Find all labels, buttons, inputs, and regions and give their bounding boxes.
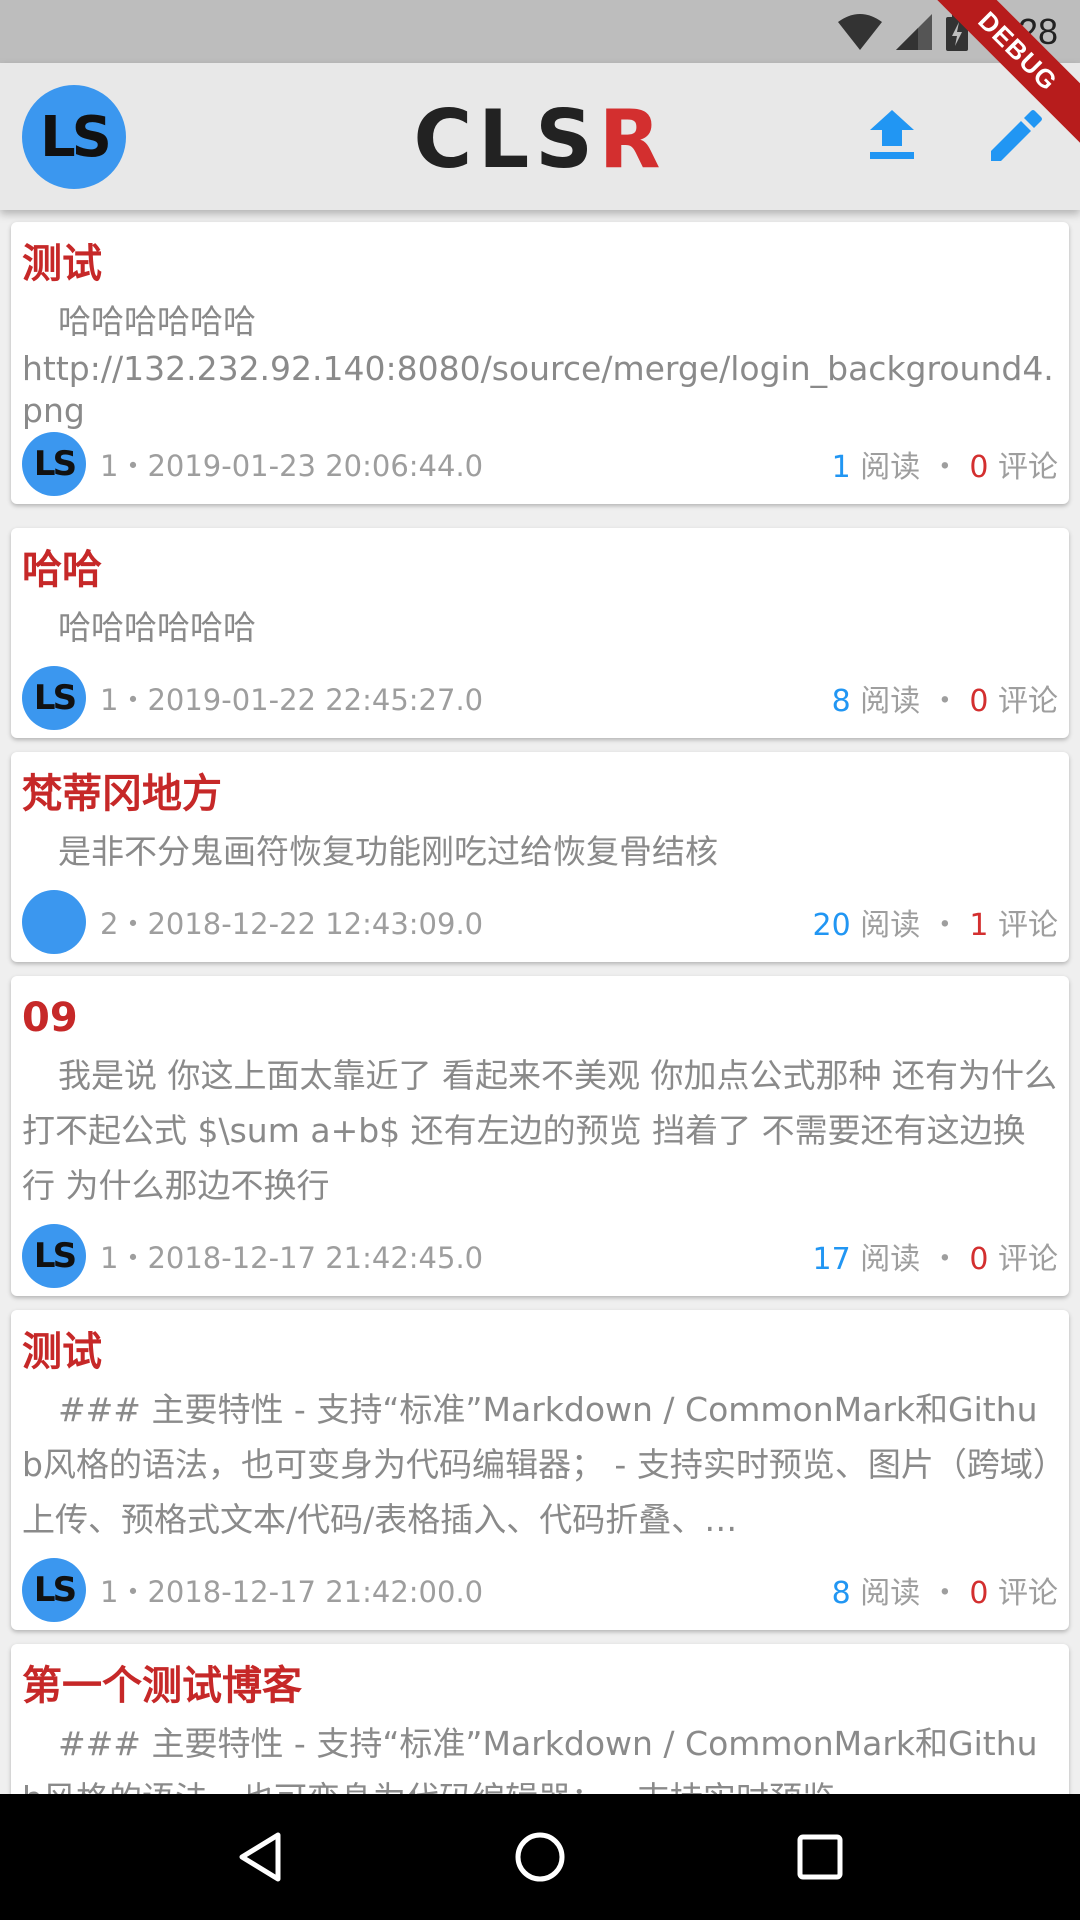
post-stats: 20 阅读 ・ 1 评论: [813, 900, 1058, 944]
post-card[interactable]: 测试 ### 主要特性 - 支持“标准”Markdown / CommonMar…: [11, 1310, 1069, 1630]
post-stats: 1 阅读 ・ 0 评论: [832, 442, 1058, 486]
post-meta: LS 1・2018-12-17 21:42:45.0 17 阅读 ・ 0 评论: [22, 1224, 1058, 1288]
author-initials: LS: [33, 444, 77, 484]
post-stats: 8 阅读 ・ 0 评论: [832, 1568, 1058, 1612]
read-label: 阅读: [860, 1576, 921, 1611]
author-avatar[interactable]: [22, 890, 86, 954]
comment-label: 评论: [998, 1242, 1058, 1277]
author-initials: LS: [33, 1570, 77, 1610]
post-card[interactable]: 梵蒂冈地方 是非不分鬼画符恢复功能刚吃过给恢复骨结核 2・2018-12-22 …: [11, 752, 1069, 962]
post-title: 哈哈: [22, 547, 102, 593]
stats-separator: ・: [929, 450, 960, 485]
app-title-accent: R: [598, 93, 667, 186]
post-title: 09: [22, 995, 78, 1041]
recents-square-icon: [797, 1834, 843, 1880]
app-bar: LS CLSR: [0, 63, 1080, 210]
upload-icon: [870, 110, 914, 159]
post-excerpt: 是非不分鬼画符恢复功能刚吃过给恢复骨结核: [22, 824, 1058, 879]
app-title-main: CLS: [413, 93, 599, 186]
stats-separator: ・: [929, 684, 960, 719]
comment-count: 0: [969, 1576, 989, 1611]
post-excerpt-text: 哈哈哈哈哈哈: [58, 302, 256, 341]
post-excerpt: 哈哈哈哈哈哈: [22, 294, 1058, 349]
comment-count: 1: [969, 908, 989, 943]
comment-label: 评论: [998, 450, 1058, 485]
comment-label: 评论: [998, 908, 1058, 943]
read-count: 8: [831, 684, 851, 719]
post-excerpt-text: 我是说 你这上面太靠近了 看起来不美观 你加点公式那种 还有为什么打不起公式 $…: [22, 1056, 1057, 1205]
post-excerpt: 哈哈哈哈哈哈: [22, 600, 1058, 655]
post-card[interactable]: 第一个测试博客 ### 主要特性 - 支持“标准”Markdown / Comm…: [11, 1644, 1069, 1794]
read-count: 20: [812, 908, 851, 943]
author-avatar[interactable]: LS: [22, 1558, 86, 1622]
post-card[interactable]: 哈哈 哈哈哈哈哈哈 LS 1・2019-01-22 22:45:27.0 8 阅…: [11, 528, 1069, 738]
post-excerpt-text: ### 主要特性 - 支持“标准”Markdown / CommonMark和G…: [22, 1390, 1050, 1539]
post-info: 1・2018-12-17 21:42:45.0: [100, 1241, 484, 1275]
post-excerpt-text: ### 主要特性 - 支持“标准”Markdown / CommonMark和G…: [22, 1724, 1038, 1794]
post-info: 1・2018-12-17 21:42:00.0: [100, 1575, 484, 1609]
edit-pencil-icon: [991, 110, 1042, 161]
post-stats: 8 阅读 ・ 0 评论: [832, 676, 1058, 720]
post-info: 1・2019-01-23 20:06:44.0: [100, 449, 484, 483]
comment-label: 评论: [998, 1576, 1058, 1611]
author-avatar[interactable]: LS: [22, 1224, 86, 1288]
author-avatar[interactable]: LS: [22, 432, 86, 496]
status-bar: 7:28: [0, 0, 1080, 63]
author-initials: LS: [33, 1236, 77, 1276]
post-title: 测试: [22, 1329, 102, 1375]
back-button[interactable]: [220, 1817, 300, 1897]
read-count: 8: [831, 1576, 851, 1611]
post-title: 第一个测试博客: [22, 1663, 302, 1709]
author-avatar[interactable]: LS: [22, 666, 86, 730]
post-info: 1・2019-01-22 22:45:27.0: [100, 683, 484, 717]
read-count: 17: [812, 1242, 851, 1277]
post-link: http://132.232.92.140:8080/source/merge/…: [22, 349, 1054, 430]
wifi-icon: [837, 13, 882, 50]
stats-separator: ・: [929, 908, 960, 943]
recents-button[interactable]: [780, 1817, 860, 1897]
stats-separator: ・: [929, 1242, 960, 1277]
read-label: 阅读: [860, 684, 921, 719]
comment-count: 0: [969, 1242, 989, 1277]
cell-signal-icon: [895, 13, 932, 50]
back-triangle-icon: [239, 1832, 281, 1882]
post-card[interactable]: 09 我是说 你这上面太靠近了 看起来不美观 你加点公式那种 还有为什么打不起公…: [11, 976, 1069, 1296]
post-feed[interactable]: 测试 哈哈哈哈哈哈 http://132.232.92.140:8080/sou…: [0, 210, 1080, 1794]
author-initials: LS: [33, 678, 77, 718]
upload-button[interactable]: [860, 103, 924, 167]
post-excerpt: ### 主要特性 - 支持“标准”Markdown / CommonMark和G…: [22, 1382, 1058, 1547]
post-meta: LS 1・2019-01-22 22:45:27.0 8 阅读 ・ 0 评论: [22, 666, 1058, 730]
system-nav-bar: [0, 1794, 1080, 1920]
stats-separator: ・: [929, 1576, 960, 1611]
post-excerpt-text: 哈哈哈哈哈哈: [58, 608, 256, 647]
comment-count: 0: [969, 450, 989, 485]
post-meta: LS 1・2019-01-23 20:06:44.0 1 阅读 ・ 0 评论: [22, 432, 1058, 496]
post-excerpt: ### 主要特性 - 支持“标准”Markdown / CommonMark和G…: [22, 1716, 1058, 1794]
home-circle-icon: [515, 1832, 565, 1882]
post-title: 测试: [22, 241, 102, 287]
post-excerpt-text: 是非不分鬼画符恢复功能刚吃过给恢复骨结核: [58, 832, 718, 871]
post-stats: 17 阅读 ・ 0 评论: [813, 1234, 1058, 1278]
read-label: 阅读: [860, 450, 921, 485]
comment-label: 评论: [998, 684, 1058, 719]
edit-button[interactable]: [985, 103, 1049, 167]
post-excerpt: 我是说 你这上面太靠近了 看起来不美观 你加点公式那种 还有为什么打不起公式 $…: [22, 1048, 1058, 1213]
post-card[interactable]: 测试 哈哈哈哈哈哈 http://132.232.92.140:8080/sou…: [11, 222, 1069, 504]
post-meta: 2・2018-12-22 12:43:09.0 20 阅读 ・ 1 评论: [22, 890, 1058, 954]
read-label: 阅读: [860, 1242, 921, 1277]
home-button[interactable]: [500, 1817, 580, 1897]
post-meta: LS 1・2018-12-17 21:42:00.0 8 阅读 ・ 0 评论: [22, 1558, 1058, 1622]
post-title: 梵蒂冈地方: [22, 771, 222, 817]
post-info: 2・2018-12-22 12:43:09.0: [100, 907, 484, 941]
read-count: 1: [831, 450, 851, 485]
comment-count: 0: [969, 684, 989, 719]
read-label: 阅读: [860, 908, 921, 943]
